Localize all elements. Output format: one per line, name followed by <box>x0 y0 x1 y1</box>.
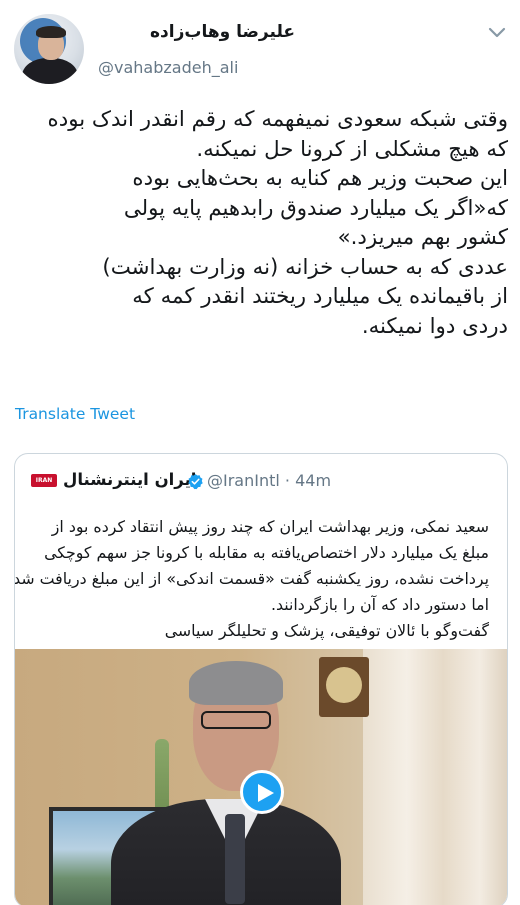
chevron-down-icon[interactable] <box>486 24 508 42</box>
tweet-line: عددی که به حساب خزانه (نه وزارت بهداشت) <box>102 254 508 280</box>
quoted-tweet-header: IRAN INTL ایران اینترنشنال @IranIntl · 4… <box>15 454 507 509</box>
tweet-line: وقتی شبکه سعودی نمیفهمه که رقم انقدر اند… <box>47 107 508 132</box>
necktie <box>225 814 245 904</box>
quoted-handle[interactable]: @IranIntl <box>207 471 280 490</box>
author-avatar[interactable] <box>14 14 84 84</box>
video-thumbnail[interactable] <box>15 649 507 905</box>
tweet-line: که«اگر یک میلیارد صندوق رابدهیم پایه پول… <box>123 195 508 221</box>
quoted-tweet-card[interactable]: IRAN INTL ایران اینترنشنال @IranIntl · 4… <box>14 453 508 905</box>
background-curtain <box>363 649 507 905</box>
verified-badge-icon <box>188 474 203 490</box>
tweet-line: این صحبت وزیر هم کنایه به بحث‌هایی بوده <box>132 166 508 191</box>
author-display-name[interactable]: علیرضا وهاب‌زاده <box>150 22 295 42</box>
quoted-line: مبلغ یک میلیارد دلار اختصاص‌یافته به مقا… <box>44 543 489 562</box>
quoted-meta: @IranIntl · 44m <box>207 471 331 490</box>
person-hair <box>189 661 283 705</box>
iran-intl-logo[interactable]: IRAN INTL <box>31 474 57 497</box>
quoted-line: گفت‌وگو با ئالان توفیقی، پزشک و تحلیلگر … <box>164 621 489 640</box>
tweet-text: وقتی شبکه سعودی نمیفهمه که رقم انقدر اند… <box>8 105 508 341</box>
author-handle[interactable]: @vahabzadeh_ali <box>98 58 238 77</box>
quoted-line: پرداخت نشده، روز یکشنبه گفت «قسمت اندکی»… <box>14 569 489 588</box>
tweet-line: که هیچ مشکلی از کرونا حل نمیکنه. <box>196 136 508 162</box>
avatar-body <box>22 58 78 84</box>
avatar-hair <box>36 26 66 38</box>
translate-tweet-link[interactable]: Translate Tweet <box>15 405 135 423</box>
play-button[interactable] <box>240 770 284 814</box>
quoted-display-name[interactable]: ایران اینترنشنال <box>63 470 196 489</box>
tweet-header: علیرضا وهاب‌زاده @vahabzadeh_ali <box>0 0 520 95</box>
quoted-line: اما دستور داد که آن را بازگردانند. <box>270 595 489 614</box>
tweet-line: از باقیمانده یک میلیارد ریختند انقدر کمه… <box>132 284 508 309</box>
quoted-tweet-text: سعید نمکی، وزیر بهداشت ایران که چند روز … <box>14 514 489 644</box>
clock-face <box>326 667 362 703</box>
tweet-line: دردی دوا نمیکنه. <box>361 313 508 339</box>
meta-separator: · <box>284 471 291 490</box>
logo-text: IRAN INTL <box>35 477 53 497</box>
tweet-line: کشور بهم میریزد.» <box>337 225 508 250</box>
quoted-line: سعید نمکی، وزیر بهداشت ایران که چند روز … <box>51 517 489 536</box>
quoted-time[interactable]: 44m <box>295 471 331 490</box>
play-icon <box>258 784 274 802</box>
eyeglasses <box>201 711 271 729</box>
